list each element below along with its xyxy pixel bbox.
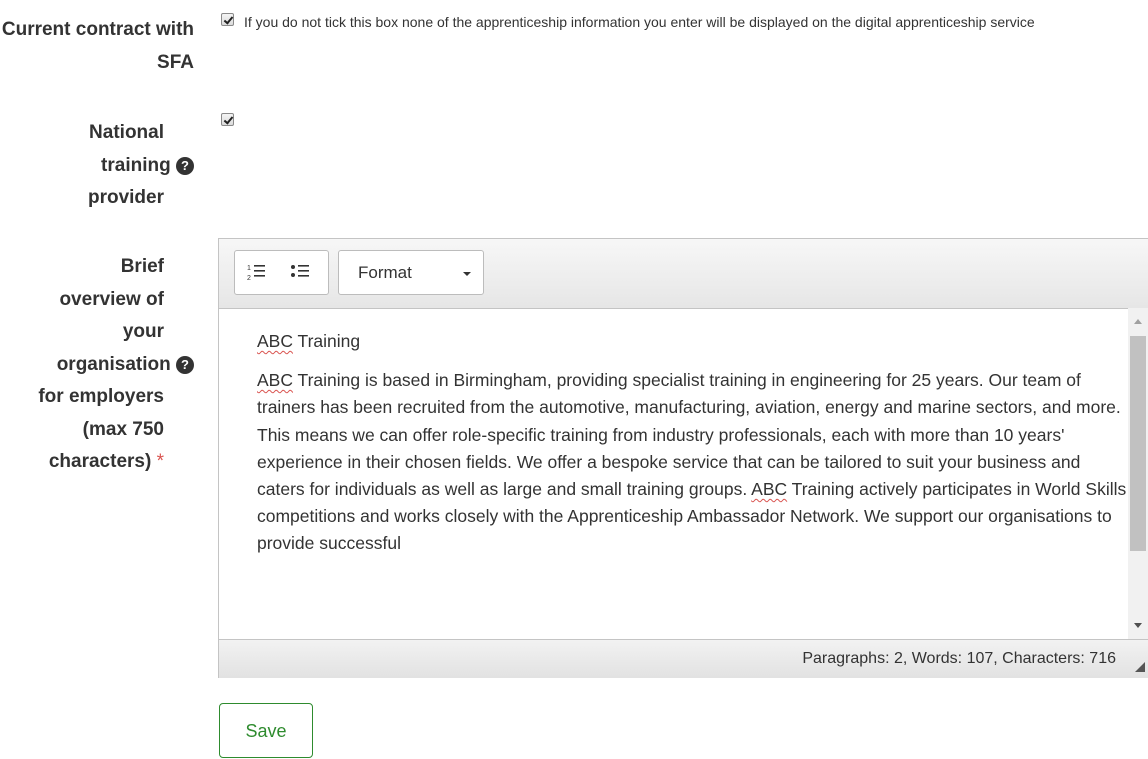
overview-label-line-wrap: organisation ? [0,349,194,382]
scroll-down-icon[interactable] [1134,623,1142,628]
national-training-label: National training ? provider [0,117,194,215]
overview-label-line: for employers [38,386,164,407]
bullet-list-icon[interactable] [290,261,312,283]
spellcheck-word: ABC [751,479,788,500]
format-dropdown[interactable]: Format [338,250,484,295]
national-label-line3: provider [87,187,164,208]
editor-toolbar: 1 2 Format [219,239,1148,309]
overview-label-line: your [122,321,164,342]
national-label-line2-wrap: training ? [0,150,194,183]
contract-label-text: Current contract with SFA [1,19,194,73]
national-label-line1: National [89,122,164,143]
format-label: Format [358,263,412,282]
scroll-thumb[interactable] [1130,336,1146,551]
word-count-status: Paragraphs: 2, Words: 107, Characters: 7… [802,650,1116,667]
contract-note-text: If you do not tick this box none of the … [244,14,1035,30]
national-label-line2: training [101,154,171,176]
editor-scrollbar[interactable] [1128,308,1148,639]
required-mark: * [156,451,164,472]
numbered-list-icon[interactable]: 1 2 [246,261,268,283]
svg-text:2: 2 [247,275,251,282]
resize-grip-icon[interactable] [1135,662,1145,672]
spellcheck-word: ABC [257,370,293,391]
editor-statusbar: Paragraphs: 2, Words: 107, Characters: 7… [219,639,1148,678]
content-heading: ABC Training [257,331,361,351]
overview-label-line-wrap: characters) * [0,446,164,479]
contract-note: If you do not tick this box none of the … [216,6,1116,38]
contract-label: Current contract with SFA [0,14,194,79]
overview-label-line: (max 750 [82,418,164,440]
overview-label-line: Brief [120,256,164,277]
content-paragraph: ABC Training is based in Birmingham, pro… [257,370,1127,554]
overview-label-line: characters) [48,451,152,472]
rich-text-editor: 1 2 Format ABC Training ABC Training is … [218,238,1148,678]
overview-label-line: overview of [59,288,164,310]
question-circle-icon[interactable]: ? [176,355,194,374]
spellcheck-word: ABC [257,331,293,351]
editor-content[interactable]: ABC Training ABC Training is based in Bi… [219,308,1128,638]
svg-text:1: 1 [247,265,251,272]
scroll-up-icon[interactable] [1134,319,1142,324]
caret-down-icon [463,272,471,276]
overview-label-line: organisation [56,353,171,375]
national-checkbox[interactable] [221,113,234,126]
list-button-group: 1 2 [234,250,329,295]
overview-label: Brief overview of your organisation ? fo… [0,251,194,479]
question-circle-icon[interactable]: ? [176,156,194,175]
save-label: Save [245,721,287,741]
